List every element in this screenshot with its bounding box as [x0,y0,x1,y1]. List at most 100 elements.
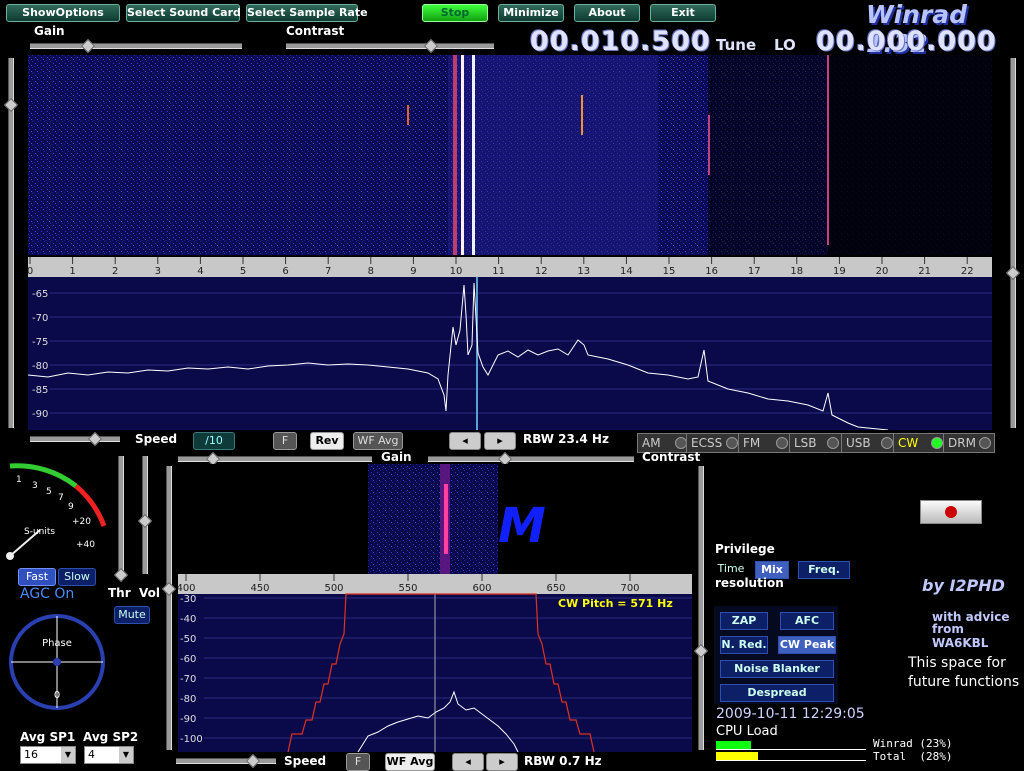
sec-gain-slider[interactable] [178,451,372,467]
mode-button-drm[interactable]: DRM [943,433,995,453]
mode-button-lsb[interactable]: LSB [789,433,843,453]
audio-db-tick: -80 [180,694,196,705]
main-rev-button[interactable]: Rev [310,432,344,450]
waterfall-signal-trace [708,115,710,175]
audio-frequency-tick: 700 [620,583,639,594]
sec-right-vslider-knob[interactable] [693,643,709,659]
tune-frequency[interactable]: 00.010.500 [530,26,711,57]
credits-advice-2: from WA6KBL [932,622,989,650]
main-frequency-tick: 22 [961,266,974,277]
audio-db-tick: -30 [180,594,196,605]
main-frequency-tick: 5 [240,266,246,277]
main-f-button[interactable]: F [273,432,297,450]
avg-sp2-select[interactable]: 4 ▼ [84,746,134,764]
audio-frequency-tick: 600 [472,583,491,594]
cw-peak-button[interactable]: CW Peak [778,636,836,654]
s-meter-label: S-units [24,527,55,537]
waterfall-signal-trace [472,55,475,255]
thr-slider[interactable] [113,456,129,583]
audio-frequency-tick: 650 [546,583,565,594]
main-frequency-tick: 21 [918,266,931,277]
agc-slow-button[interactable]: Slow [58,568,96,586]
main-frequency-tick: 9 [410,266,416,277]
sec-left-vslider-knob[interactable] [161,581,177,597]
noise-reduction-button[interactable]: N. Red. [720,636,768,654]
contrast-slider-knob[interactable] [423,38,439,54]
credits-by: by I2PHD [922,576,1005,595]
mode-button-usb[interactable]: USB [841,433,897,453]
select-sample-rate-button[interactable]: Select Sample Rate [246,4,368,22]
phase-dial[interactable]: Phase 0 [4,612,110,712]
sec-rbw-left-arrow[interactable]: ◂ [452,753,484,771]
sec-contrast-label: Contrast [642,450,701,464]
sec-left-vslider[interactable] [161,466,177,750]
phase-value: 0 [54,690,60,701]
vol-slider-knob[interactable] [137,513,153,529]
main-rbw-left-arrow[interactable]: ◂ [449,432,481,450]
main-frequency-tick: 10 [450,266,463,277]
main-frequency-tick: 0 [28,266,33,277]
chevron-down-icon[interactable]: ▼ [119,747,133,763]
zap-button[interactable]: ZAP [720,612,768,630]
avg-sp1-select[interactable]: 16 ▼ [20,746,76,764]
audio-waterfall-spectrum[interactable]: M 400 450 500 550 600 650 700 -30 -40 -50 -60 -70 -… [178,464,692,752]
s-meter-tick: 1 [16,475,22,485]
mode-button-cw[interactable]: CW [893,433,947,453]
minimize-button[interactable]: Minimize [498,4,564,22]
select-sound-card-button[interactable]: Select Sound Card [126,4,241,22]
privilege-time-button[interactable]: Time [714,561,748,577]
afc-button[interactable]: AFC [780,612,834,630]
agc-status: AGC On [20,586,75,602]
mode-label: AM [642,436,661,450]
main-wf-avg-button[interactable]: WF Avg [353,432,403,450]
sec-contrast-slider[interactable] [428,451,634,467]
sec-speed-slider-knob[interactable] [245,753,261,769]
thr-label: Thr [108,586,131,600]
lo-frequency[interactable]: 00.000.000 [816,26,997,57]
main-frequency-tick: 3 [155,266,161,277]
mode-button-fm[interactable]: FM [738,433,792,453]
s-meter-tick: +40 [76,540,95,550]
main-right-vslider[interactable] [1005,58,1021,428]
thr-slider-knob[interactable] [113,567,129,583]
sec-wf-avg-button[interactable]: WF Avg [385,753,435,771]
gain-slider-knob[interactable] [80,38,96,54]
about-button[interactable]: About [574,4,640,22]
audio-db-tick: -100 [180,734,203,745]
sec-rbw-right-arrow[interactable]: ▸ [486,753,518,771]
main-spectrum[interactable] [28,277,992,430]
show-options-button[interactable]: ShowOptions [6,4,120,22]
main-left-vslider[interactable] [3,58,19,428]
contrast-slider[interactable] [286,38,494,54]
main-left-vslider-knob[interactable] [3,97,19,113]
main-frequency-tick: 17 [748,266,761,277]
noise-blanker-button[interactable]: Noise Blanker [720,660,834,678]
main-frequency-tick: 1 [69,266,75,277]
record-button[interactable] [920,500,982,524]
waterfall-signal-trace [453,55,457,255]
agc-fast-button[interactable]: Fast [18,568,56,586]
vol-slider[interactable] [137,456,153,574]
sec-f-button[interactable]: F [346,753,370,771]
main-speed-slider[interactable] [30,431,120,447]
sec-right-vslider[interactable] [693,466,709,750]
datetime: 2009-10-11 12:29:05 [716,706,865,722]
privilege-freq-button[interactable]: Freq. [798,561,850,579]
sec-speed-slider[interactable] [176,753,276,769]
stop-button[interactable]: Stop [422,4,488,22]
mute-button[interactable]: Mute [114,606,150,624]
main-db-tick: -80 [32,361,48,372]
despread-button[interactable]: Despread [720,684,834,702]
main-frequency-tick: 2 [112,266,118,277]
chevron-down-icon[interactable]: ▼ [61,747,75,763]
mode-label: LSB [794,436,817,450]
main-waterfall-spectrum[interactable]: 0 1 2 3 4 5 6 7 8 9 10 11 12 13 14 15 16 17 18 19 20 21 22 -65… [28,55,992,430]
main-right-vslider-knob[interactable] [1005,265,1021,281]
audio-db-tick: -70 [180,674,196,685]
gain-slider[interactable] [30,38,242,54]
main-speed-divider[interactable]: /10 [193,432,235,450]
main-speed-slider-knob[interactable] [87,431,103,447]
exit-button[interactable]: Exit [650,4,716,22]
main-rbw-right-arrow[interactable]: ▸ [484,432,516,450]
avg-sp2-value: 4 [88,748,95,761]
